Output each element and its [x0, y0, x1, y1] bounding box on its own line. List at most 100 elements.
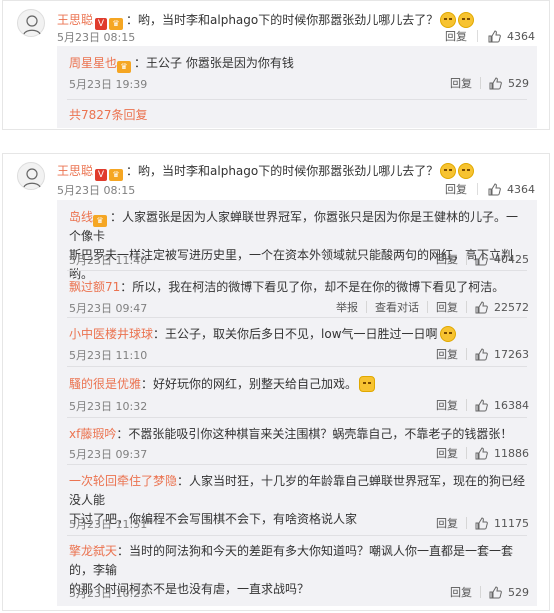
reply-item: 岛线 ♛ ：人家嚣张是因为人家蝉联世界冠军，你嚣张只是因为你是王健林的儿子。一个像卡…	[57, 200, 537, 281]
thumb-up-icon	[488, 29, 501, 42]
divider	[466, 301, 467, 313]
reply-actions: 回复 17263	[436, 346, 529, 362]
like-button[interactable]: 4364	[488, 30, 535, 43]
reply-text: ：王公子，取关你后多日不见，low气一日胜过一日啊	[153, 327, 438, 341]
username-link[interactable]: 周星星也	[69, 56, 117, 70]
reply-text: ：人家嚣张是因为人家蝉联世界冠军，你嚣张只是因为你是王健林的儿子。一个像卡	[69, 210, 519, 243]
thumb-up-icon	[475, 446, 488, 459]
divider	[67, 317, 527, 318]
like-count: 22572	[494, 300, 529, 314]
reply-body: 騷的很是优雅：好好玩你的网红，别整天给自己加戏。	[69, 375, 527, 394]
reply-button[interactable]: 回复	[436, 397, 458, 413]
divider	[67, 270, 527, 271]
like-button[interactable]: 16384	[475, 399, 529, 412]
divider	[466, 447, 467, 459]
reply-button[interactable]: 回复	[436, 445, 458, 461]
like-count: 17263	[494, 347, 529, 361]
like-count: 4364	[507, 182, 535, 196]
more-replies-link[interactable]: 共7827条回复	[69, 106, 148, 123]
member-badge-icon: ♛	[117, 61, 132, 73]
like-button[interactable]: 40425	[475, 253, 529, 266]
username-link[interactable]: 王思聪	[57, 13, 93, 27]
username-link[interactable]: 擎龙弑天	[69, 544, 117, 558]
reply-button[interactable]: 回复	[436, 299, 458, 315]
like-count: 529	[508, 585, 529, 599]
comment-actions: 回复 4364	[445, 181, 535, 197]
thumb-up-icon	[475, 252, 488, 265]
reply-button[interactable]: 回复	[436, 515, 458, 531]
thumb-up-icon	[488, 182, 501, 195]
divider	[477, 183, 478, 195]
like-button[interactable]: 4364	[488, 183, 535, 196]
like-count: 529	[508, 76, 529, 90]
divider	[480, 586, 481, 598]
avatar[interactable]	[17, 9, 45, 37]
like-button[interactable]: 529	[489, 77, 529, 90]
reply-time: 5月23日 09:37	[69, 448, 148, 461]
username-link[interactable]: 岛线	[69, 210, 93, 224]
reply-text: ：王公子 你嚣张是因为你有钱	[134, 56, 294, 70]
divider	[477, 30, 478, 42]
like-count: 4364	[507, 29, 535, 43]
like-button[interactable]: 11886	[475, 447, 529, 460]
reply-button[interactable]: 回复	[436, 346, 458, 362]
reply-actions: 回复 40425	[436, 251, 529, 267]
like-button[interactable]: 529	[489, 586, 529, 599]
like-button[interactable]: 11175	[475, 517, 529, 530]
username-link[interactable]: 王思聪	[57, 164, 93, 178]
username-link[interactable]: 一次轮回牵住了梦隐	[69, 474, 177, 488]
username-link[interactable]: 小中医楼井球球	[69, 327, 153, 341]
reply-body: 小中医楼井球球：王公子，取关你后多日不见，low气一日胜过一日啊	[69, 325, 527, 344]
reply-actions: 举报 查看对话 回复 22572	[336, 299, 529, 315]
thumb-up-icon	[475, 300, 488, 313]
divider	[427, 301, 428, 313]
thumb-up-icon	[475, 347, 488, 360]
thumb-up-icon	[475, 398, 488, 411]
reply-time: 5月23日 10:23	[69, 587, 148, 600]
reply-item: 一次轮回牵住了梦隐：人家当时狂，十几岁的年龄靠自己蝉联世界冠军，现在的狗已经没人…	[57, 466, 537, 534]
reply-body: 飘过额71：所以，我在柯洁的微博下看见了你，却不是在你的微博下看见了柯洁。	[69, 278, 527, 297]
comment-body: 王思聪 V ♛ ：哟，当时李和alphago下的时候你那嚣张劲儿哪儿去了？	[57, 162, 475, 181]
emoji-icon	[458, 163, 475, 179]
reply-item: xf藤瑕吟：不嚣张能吸引你这种棋盲来关注围棋？蜗壳靠自己，不靠老子的钱嚣张！ 5…	[57, 419, 537, 463]
divider	[67, 99, 527, 100]
like-count: 11886	[494, 446, 529, 460]
reply-text: ：当时的阿法狗和今天的差距有多大你知道吗？嘲讽人你一直都是一套一套的，李输	[69, 544, 514, 577]
comment-card-2: 王思聪 V ♛ ：哟，当时李和alphago下的时候你那嚣张劲儿哪儿去了？ 5月23日…	[2, 153, 550, 611]
reply-button[interactable]: 回复	[445, 181, 467, 197]
divider	[67, 535, 527, 536]
reply-time: 5月23日 10:32	[69, 400, 148, 413]
reply-actions: 回复 16384	[436, 397, 529, 413]
reply-button[interactable]: 回复	[445, 28, 467, 44]
report-button[interactable]: 举报	[336, 299, 358, 315]
view-conversation-button[interactable]: 查看对话	[375, 299, 419, 315]
reply-panel: 岛线 ♛ ：人家嚣张是因为人家蝉联世界冠军，你嚣张只是因为你是王健林的儿子。一个像卡…	[57, 200, 537, 606]
reply-text: ：所以，我在柯洁的微博下看见了你，却不是在你的微博下看见了柯洁。	[120, 280, 505, 294]
reply-actions: 回复 529	[450, 584, 529, 600]
divider	[466, 517, 467, 529]
reply-button[interactable]: 回复	[450, 584, 472, 600]
emoji-icon	[458, 12, 475, 28]
reply-item: 小中医楼井球球：王公子，取关你后多日不见，low气一日胜过一日啊 5月23日 1…	[57, 319, 537, 365]
divider	[480, 77, 481, 89]
reply-button[interactable]: 回复	[450, 75, 472, 91]
username-link[interactable]: 騷的很是优雅	[69, 377, 141, 391]
card-gap	[0, 131, 554, 152]
reply-item: 周星星也 ♛ ：王公子 你嚣张是因为你有钱 5月23日 19:39 回复 529	[57, 46, 537, 98]
like-count: 11175	[494, 516, 529, 530]
thumb-up-icon	[475, 516, 488, 529]
reply-actions: 回复 529	[450, 75, 529, 91]
username-link[interactable]: 飘过额71	[69, 280, 120, 294]
like-button[interactable]: 17263	[475, 348, 529, 361]
divider	[466, 253, 467, 265]
reply-button[interactable]: 回复	[436, 251, 458, 267]
username-link[interactable]: xf藤瑕吟	[69, 427, 116, 441]
like-button[interactable]: 22572	[475, 301, 529, 314]
reply-item: 騷的很是优雅：好好玩你的网红，别整天给自己加戏。 5月23日 10:32 回复 …	[57, 368, 537, 416]
reply-actions: 回复 11886	[436, 445, 529, 461]
member-badge-icon: ♛	[93, 215, 108, 227]
reply-actions: 回复 11175	[436, 515, 529, 531]
comment-time: 5月23日 08:15	[57, 31, 136, 44]
member-badge-icon: ♛	[109, 169, 124, 181]
avatar[interactable]	[17, 162, 45, 190]
